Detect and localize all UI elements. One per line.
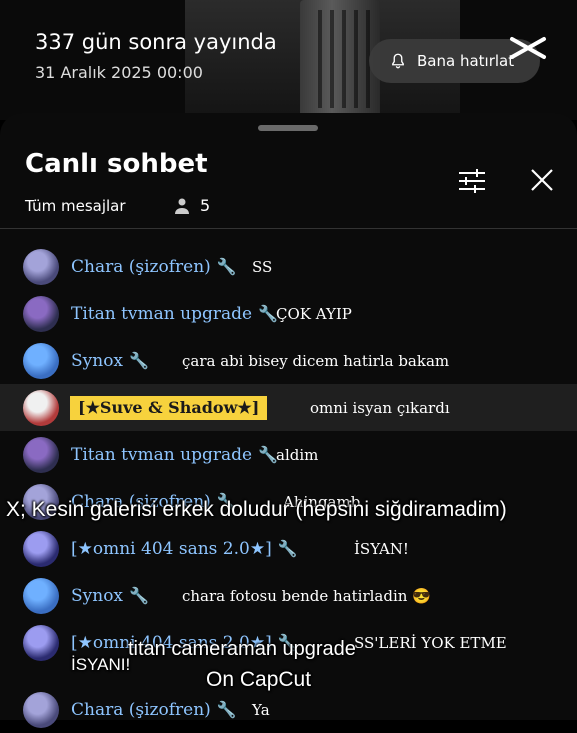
viewer-count: 5 (200, 196, 211, 215)
avatar[interactable] (23, 248, 59, 285)
remind-me-label: Bana hatırlat (417, 52, 515, 70)
message-text: Ya (252, 700, 270, 719)
capcut-logo (510, 37, 546, 59)
caption-overlay: X; Kesin galerisi erkek doludur (hepsini… (6, 498, 507, 521)
chat-message[interactable]: Chara (şizofren) 🔧 SS (0, 243, 577, 290)
author-name[interactable]: Synox 🔧 (71, 586, 149, 606)
person-icon (175, 198, 189, 214)
author-name[interactable]: Titan tvman upgrade 🔧 (71, 445, 278, 465)
drag-handle[interactable] (258, 125, 318, 131)
chat-message[interactable]: [★omni 404 sans 2.0★] 🔧 İSYAN! (0, 525, 577, 572)
avatar[interactable] (23, 624, 59, 661)
author-name-badge[interactable]: [★Suve & Shadow★] (70, 395, 268, 420)
author-name-text: Chara (şizofren) (71, 699, 211, 720)
wrench-icon: 🔧 (258, 444, 278, 464)
author-name[interactable]: Titan tvman upgrade 🔧 (71, 304, 278, 324)
avatar[interactable] (23, 691, 59, 728)
author-name[interactable]: Synox 🔧 (71, 351, 149, 371)
chat-message[interactable]: Synox 🔧 chara fotosu bende hatirladin 😎 (0, 572, 577, 619)
message-text: SS (252, 257, 273, 276)
isyan-overlay: İSYANI! (71, 655, 131, 674)
tab-all-messages[interactable]: Tüm mesajlar (25, 197, 126, 215)
message-text: aldim (276, 445, 319, 464)
avatar[interactable] (23, 295, 59, 332)
divider (0, 228, 577, 229)
wrench-icon: 🔧 (258, 303, 278, 323)
author-name-text: Synox (71, 350, 124, 371)
author-name[interactable]: Chara (şizofren) 🔧 (71, 700, 237, 720)
wrench-icon: 🔧 (216, 256, 237, 276)
wrench-icon: 🔧 (277, 538, 298, 558)
author-name-text: Chara (şizofren) (71, 256, 211, 277)
chat-message[interactable]: [★Suve & Shadow★] omni isyan çıkardı (0, 384, 577, 431)
author-name-text: Synox (71, 585, 124, 606)
avatar[interactable] (23, 436, 59, 473)
author-name-text: Titan tvman upgrade (71, 444, 253, 465)
stream-title: 337 gün sonra yayında (35, 30, 277, 54)
message-text: SS'LERİ YOK ETME (354, 633, 507, 652)
close-icon[interactable] (530, 168, 554, 192)
filter-icon[interactable] (457, 168, 487, 194)
author-name-text: Titan tvman upgrade (71, 303, 253, 324)
wrench-icon: 🔧 (129, 585, 149, 605)
avatar[interactable] (23, 530, 59, 567)
message-text: omni isyan çıkardı (310, 398, 450, 417)
chat-title: Canlı sohbet (25, 149, 208, 179)
avatar[interactable] (23, 577, 59, 614)
chat-message[interactable]: Synox 🔧 çara abi bisey dicem hatirla bakam (0, 337, 577, 384)
wrench-icon: 🔧 (216, 699, 237, 719)
bell-icon (392, 53, 404, 69)
message-text: İSYAN! (354, 539, 409, 558)
galata-tower-image (300, 0, 380, 118)
avatar[interactable] (23, 342, 59, 379)
author-name-text: [★omni 404 sans 2.0★] (71, 538, 272, 559)
author-name[interactable]: [★omni 404 sans 2.0★] 🔧 (71, 539, 298, 559)
titan-overlay: titan cameraman upgrade (128, 638, 356, 660)
author-name[interactable]: Chara (şizofren) 🔧 (71, 257, 237, 277)
stream-date: 31 Aralık 2025 00:00 (35, 63, 203, 82)
capcut-overlay: On CapCut (206, 668, 312, 691)
chat-message[interactable]: Chara (şizofren) 🔧 Ya (0, 686, 577, 733)
chat-message[interactable]: Titan tvman upgrade 🔧 aldim (0, 431, 577, 478)
avatar[interactable] (23, 389, 59, 426)
message-text: çara abi bisey dicem hatirla bakam (182, 351, 450, 370)
message-text: chara fotosu bende hatirladin 😎 (182, 586, 431, 605)
wrench-icon: 🔧 (129, 350, 149, 370)
chat-message[interactable]: Titan tvman upgrade 🔧 ÇOK AYIP (0, 290, 577, 337)
message-text: ÇOK AYIP (276, 304, 352, 323)
